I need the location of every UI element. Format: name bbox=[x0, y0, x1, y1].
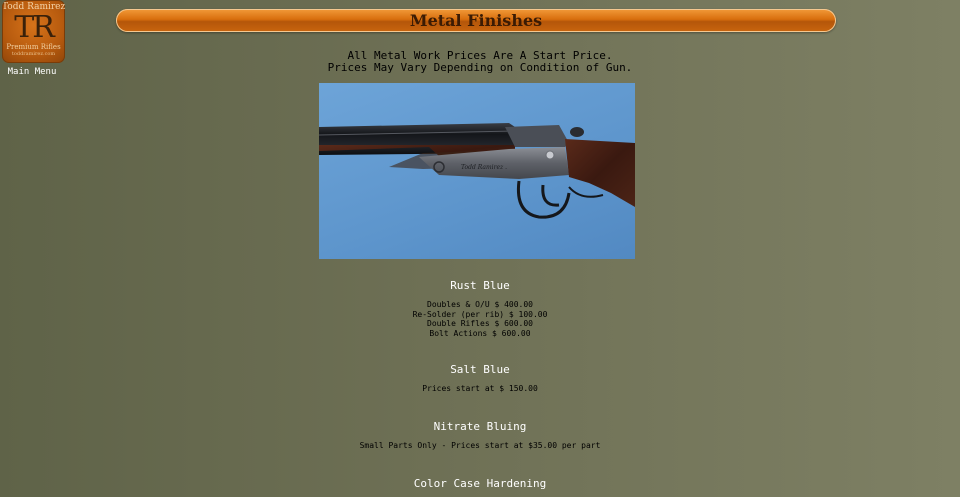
section-title-nitrate-bluing: Nitrate Bluing bbox=[433, 420, 527, 433]
shotgun-illustration: Todd Ramirez . bbox=[319, 123, 635, 219]
price-line: Prices start at $ 150.00 bbox=[422, 384, 538, 393]
price-line: Re-Solder (per rib) $ 100.00 bbox=[412, 309, 548, 319]
price-line: Doubles & O/U $ 400.00 bbox=[427, 300, 533, 309]
shotgun-photo: Todd Ramirez . bbox=[319, 83, 635, 259]
section-body-rust-blue: Doubles & O/U $ 400.00 Re-Solder (per ri… bbox=[0, 300, 960, 338]
price-line: Small Parts Only - Prices start at $35.0… bbox=[359, 441, 601, 450]
section-title-color-case-hardening: Color Case Hardening bbox=[413, 477, 547, 490]
page-title-bar: Metal Finishes bbox=[116, 9, 836, 32]
section-body-salt-blue: Prices start at $ 150.00 bbox=[0, 384, 960, 394]
price-line: Double Rifles $ 600.00 bbox=[427, 319, 533, 328]
page-title: Metal Finishes bbox=[409, 11, 543, 30]
section-title-salt-blue: Salt Blue bbox=[450, 363, 510, 376]
price-line: Bolt Actions $ 600.00 bbox=[429, 328, 531, 338]
price-notice: All Metal Work Prices Are A Start Price.… bbox=[0, 50, 960, 74]
engraving-text: Todd Ramirez . bbox=[461, 164, 507, 171]
section-body-nitrate-bluing: Small Parts Only - Prices start at $35.0… bbox=[0, 441, 960, 451]
section-title-rust-blue: Rust Blue bbox=[450, 279, 510, 292]
price-notice-line-2: Prices May Vary Depending on Condition o… bbox=[327, 61, 633, 74]
logo-monogram: TR bbox=[14, 10, 55, 45]
